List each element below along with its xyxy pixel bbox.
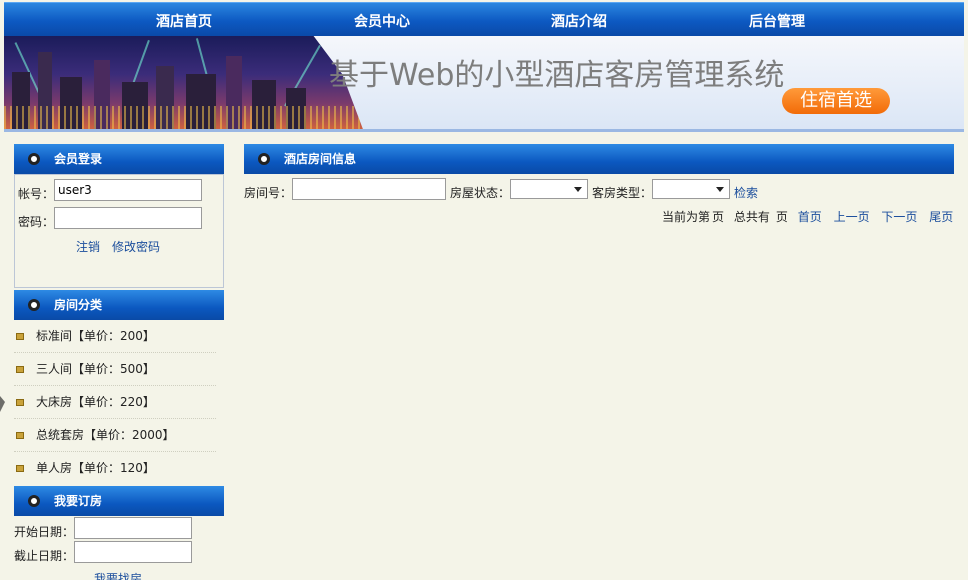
list-bullet-icon (16, 399, 24, 406)
rooms-header-label: 酒店房间信息 (284, 152, 357, 166)
room-type-label: 客房类型： (592, 186, 653, 200)
pager-total-suffix: 页 (775, 210, 788, 224)
category-label: 三人间【单价：500】 (36, 362, 155, 376)
pager-total-prefix: 总共有 (733, 210, 770, 224)
pager-current-prefix: 当前为第 (662, 210, 711, 224)
category-item[interactable]: 大床房【单价：220】 (14, 386, 216, 419)
list-bullet-icon (16, 432, 24, 439)
status-label: 房屋状态： (450, 186, 511, 200)
categories-header-label: 房间分类 (54, 298, 103, 312)
city-night-image (4, 36, 364, 129)
pager-current-suffix: 页 (712, 210, 725, 224)
category-label: 标准间【单价：200】 (36, 329, 155, 343)
category-label: 总统套房【单价：2000】 (36, 428, 175, 442)
change-password-link[interactable]: 修改密码 (112, 238, 160, 255)
category-item[interactable]: 总统套房【单价：2000】 (14, 419, 216, 452)
nav-member-center[interactable]: 会员中心 (354, 11, 410, 31)
bullet-icon (28, 153, 40, 165)
find-room-link[interactable]: 我要找房 (94, 570, 142, 580)
room-type-select[interactable] (652, 179, 730, 199)
bullet-icon (28, 495, 40, 507)
pager-first-link[interactable]: 首页 (798, 210, 822, 224)
category-label: 单人房【单价：120】 (36, 461, 155, 475)
list-bullet-icon (16, 366, 24, 373)
slogan-badge: 住宿首选 (782, 88, 890, 114)
end-date-label: 截止日期： (14, 549, 75, 563)
chevron-down-icon (716, 187, 724, 192)
start-date-label: 开始日期： (14, 525, 75, 539)
login-header-label: 会员登录 (54, 152, 103, 166)
room-number-label: 房间号： (244, 186, 293, 200)
category-item[interactable]: 标准间【单价：200】 (14, 320, 216, 353)
account-input[interactable] (54, 179, 202, 201)
password-label: 密码： (18, 215, 55, 229)
nav-admin[interactable]: 后台管理 (749, 11, 805, 31)
pager-next-link[interactable]: 下一页 (881, 210, 917, 224)
list-bullet-icon (16, 465, 24, 472)
category-label: 大床房【单价：220】 (36, 395, 155, 409)
mouse-cursor-icon (0, 396, 5, 412)
category-item[interactable]: 单人房【单价：120】 (14, 452, 216, 485)
list-bullet-icon (16, 333, 24, 340)
nav-hotel-intro[interactable]: 酒店介绍 (551, 11, 607, 31)
site-title: 基于Web的小型酒店客房管理系统 (329, 58, 785, 93)
password-input[interactable] (54, 207, 202, 229)
categories-header: 房间分类 (14, 290, 224, 320)
logout-link[interactable]: 注销 (76, 238, 100, 255)
banner: 基于Web的小型酒店客房管理系统 住宿首选 (4, 36, 964, 132)
room-number-input[interactable] (292, 178, 446, 200)
pager: 当前为第页 总共有页 首页 上一页 下一页 尾页 (662, 208, 953, 225)
top-nav: 酒店首页 会员中心 酒店介绍 后台管理 (4, 2, 964, 36)
end-date-input[interactable] (74, 541, 192, 563)
bullet-icon (28, 299, 40, 311)
account-label: 帐号： (18, 187, 55, 201)
pager-last-link[interactable]: 尾页 (929, 210, 953, 224)
booking-header: 我要订房 (14, 486, 224, 516)
search-link[interactable]: 检索 (734, 184, 758, 201)
rooms-header: 酒店房间信息 (244, 144, 954, 174)
chevron-down-icon (574, 187, 582, 192)
nav-home[interactable]: 酒店首页 (156, 11, 212, 31)
booking-header-label: 我要订房 (54, 494, 103, 508)
pager-prev-link[interactable]: 上一页 (834, 210, 870, 224)
start-date-input[interactable] (74, 517, 192, 539)
login-header: 会员登录 (14, 144, 224, 174)
category-item[interactable]: 三人间【单价：500】 (14, 353, 216, 386)
status-select[interactable] (510, 179, 588, 199)
bullet-icon (258, 153, 270, 165)
